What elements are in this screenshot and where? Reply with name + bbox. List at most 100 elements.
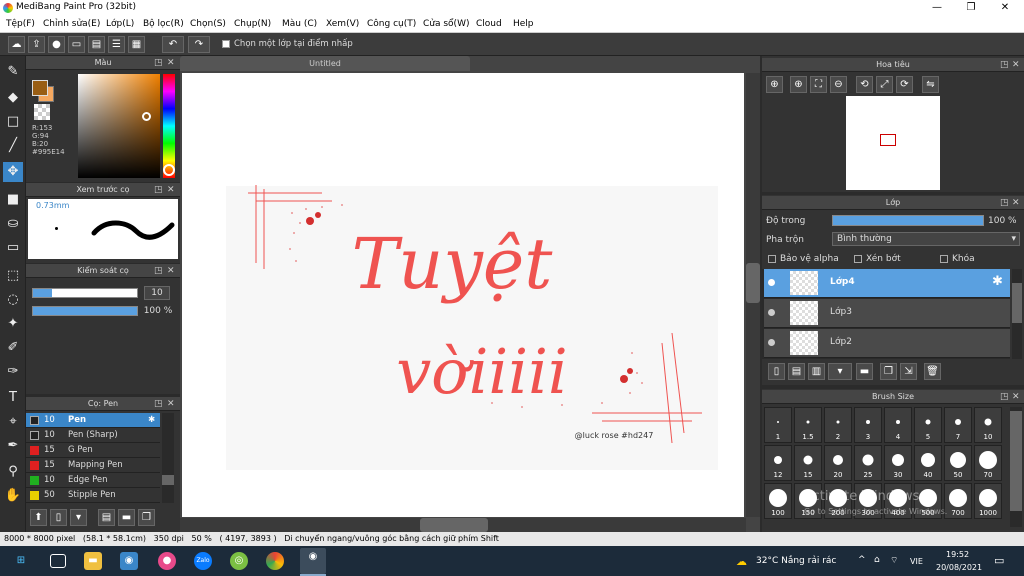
close-panel-icon[interactable]: ✕: [1012, 390, 1020, 404]
zoom-in-icon[interactable]: ⊕: [766, 76, 783, 93]
close-panel-icon[interactable]: ✕: [167, 56, 175, 70]
brush-tool-icon[interactable]: ✎: [3, 62, 23, 82]
minimize-button[interactable]: —: [920, 0, 954, 16]
delete-layer-icon[interactable]: 🗑: [924, 363, 941, 380]
fit-view-icon[interactable]: ⛶: [810, 76, 827, 93]
comment-icon[interactable]: ●: [48, 36, 65, 53]
rect-tool-icon[interactable]: □: [3, 112, 23, 132]
brush-copy-icon[interactable]: ▤: [98, 509, 115, 526]
zoom-in-alt-icon[interactable]: ⊕: [790, 76, 807, 93]
duplicate-icon[interactable]: ❐: [138, 509, 155, 526]
eye-icon[interactable]: [768, 309, 775, 316]
saturation-value-picker[interactable]: [78, 74, 160, 178]
brush-size-cell[interactable]: 20: [824, 445, 852, 481]
brush-opacity-slider[interactable]: [32, 306, 138, 316]
canvas-horizontal-scrollbar[interactable]: [180, 518, 746, 532]
transparent-swatch[interactable]: [34, 104, 50, 120]
layer-folder-icon[interactable]: ▬: [856, 363, 873, 380]
menu-edit[interactable]: Chỉnh sửa(E): [43, 19, 100, 29]
select-layer-checkbox[interactable]: [222, 40, 230, 48]
new-layer-alt-icon[interactable]: ▤: [788, 363, 805, 380]
brush-size-cell[interactable]: 10: [974, 407, 1002, 443]
rotate-right-icon[interactable]: ⟳: [896, 76, 913, 93]
add-brush-icon[interactable]: ⬆: [30, 509, 47, 526]
document-icon[interactable]: ▤: [88, 36, 105, 53]
file-explorer-icon[interactable]: ▬: [84, 552, 102, 570]
lasso-tool-icon[interactable]: ◌: [3, 290, 23, 310]
close-panel-icon[interactable]: ✕: [1012, 58, 1020, 72]
gradient-tool-icon[interactable]: ▭: [3, 238, 23, 258]
close-panel-icon[interactable]: ✕: [167, 397, 175, 411]
brush-size-cell[interactable]: 12: [764, 445, 792, 481]
zoom-out-icon[interactable]: ⊖: [830, 76, 847, 93]
brush-size-scrollbar[interactable]: [1010, 407, 1022, 527]
redo-icon[interactable]: ↷: [188, 36, 210, 53]
rotate-left-icon[interactable]: ⟲: [856, 76, 873, 93]
close-panel-icon[interactable]: ✕: [167, 264, 175, 278]
copy-layer-icon[interactable]: ▥: [808, 363, 825, 380]
merge-layer-icon[interactable]: ⇲: [900, 363, 917, 380]
clip-checkbox[interactable]: [854, 255, 862, 263]
undock-icon[interactable]: ◳: [1000, 196, 1009, 210]
select-rect-tool-icon[interactable]: ⬚: [3, 266, 23, 286]
layer-opacity-slider[interactable]: [832, 215, 984, 226]
maximize-button[interactable]: ❐: [954, 0, 988, 16]
folder-icon[interactable]: ▬: [118, 509, 135, 526]
eye-icon[interactable]: [768, 279, 775, 286]
layer-list-scrollbar[interactable]: [1012, 269, 1022, 359]
brush-list-scrollbar[interactable]: [162, 413, 174, 503]
brush-size-cell[interactable]: 1.5: [794, 407, 822, 443]
menu-view[interactable]: Xem(V): [326, 19, 359, 29]
brush-item-pen[interactable]: 10 Pen ✱: [26, 413, 160, 428]
brush-size-slider[interactable]: [32, 288, 138, 298]
weather-text[interactable]: 32°C Nắng rải rác: [756, 556, 836, 566]
magic-wand-tool-icon[interactable]: ✦: [3, 314, 23, 334]
new-layer-icon[interactable]: ▯: [768, 363, 785, 380]
navigator-viewport[interactable]: [880, 134, 896, 146]
brush-size-cell[interactable]: 40: [914, 445, 942, 481]
windows-start-icon[interactable]: ⊞: [12, 552, 30, 570]
menu-snap[interactable]: Chụp(N): [234, 19, 271, 29]
undock-icon[interactable]: ◳: [154, 56, 163, 70]
brush-item-mapping-pen[interactable]: 15 Mapping Pen: [26, 458, 160, 473]
upload-icon[interactable]: ⇪: [28, 36, 45, 53]
app-icon[interactable]: ◉: [120, 552, 138, 570]
undock-icon[interactable]: ◳: [154, 183, 163, 197]
menu-help[interactable]: Help: [513, 19, 534, 29]
brush-size-cell[interactable]: 4: [884, 407, 912, 443]
hue-handle[interactable]: [163, 164, 175, 176]
fill-rect-tool-icon[interactable]: ■: [3, 190, 23, 210]
undock-icon[interactable]: ◳: [154, 264, 163, 278]
line-tool-icon[interactable]: ╱: [3, 136, 23, 156]
hue-slider[interactable]: [163, 74, 175, 178]
fullscreen-icon[interactable]: ⤢: [876, 76, 893, 93]
drop-app-icon[interactable]: ●: [158, 552, 176, 570]
layer-add-dropdown-icon[interactable]: ▾: [828, 363, 852, 380]
lock-checkbox[interactable]: [940, 255, 948, 263]
layer-item-lop3[interactable]: Lớp3: [764, 299, 1010, 328]
list-icon[interactable]: ☰: [108, 36, 125, 53]
layer-item-lop4[interactable]: Lớp4 ✱: [764, 269, 1010, 298]
menu-tools[interactable]: Công cụ(T): [367, 19, 416, 29]
brush-size-cell[interactable]: 70: [974, 445, 1002, 481]
language-indicator[interactable]: VIE: [910, 557, 923, 566]
green-app-icon[interactable]: ◎: [230, 552, 248, 570]
select-eraser-tool-icon[interactable]: ✑: [3, 362, 23, 382]
brush-size-cell[interactable]: 5: [914, 407, 942, 443]
blend-mode-select[interactable]: Bình thường ▾: [832, 232, 1020, 246]
brush-options-icon[interactable]: ▾: [70, 509, 87, 526]
undo-icon[interactable]: ↶: [162, 36, 184, 53]
brush-size-cell[interactable]: 15: [794, 445, 822, 481]
brush-size-cell[interactable]: 1000: [974, 483, 1002, 519]
brush-size-cell[interactable]: 30: [884, 445, 912, 481]
select-pen-tool-icon[interactable]: ✐: [3, 338, 23, 358]
hand-tool-icon[interactable]: ✋: [3, 486, 23, 506]
layer-duplicate-icon[interactable]: ❐: [880, 363, 897, 380]
flip-icon[interactable]: ⇋: [922, 76, 939, 93]
text-tool-icon[interactable]: T: [3, 388, 23, 408]
close-panel-icon[interactable]: ✕: [1012, 196, 1020, 210]
menu-color[interactable]: Màu (C): [282, 19, 317, 29]
eyedropper-tool-icon[interactable]: ⚲: [3, 462, 23, 482]
brush-size-cell[interactable]: 25: [854, 445, 882, 481]
brush-size-cell[interactable]: 7: [944, 407, 972, 443]
